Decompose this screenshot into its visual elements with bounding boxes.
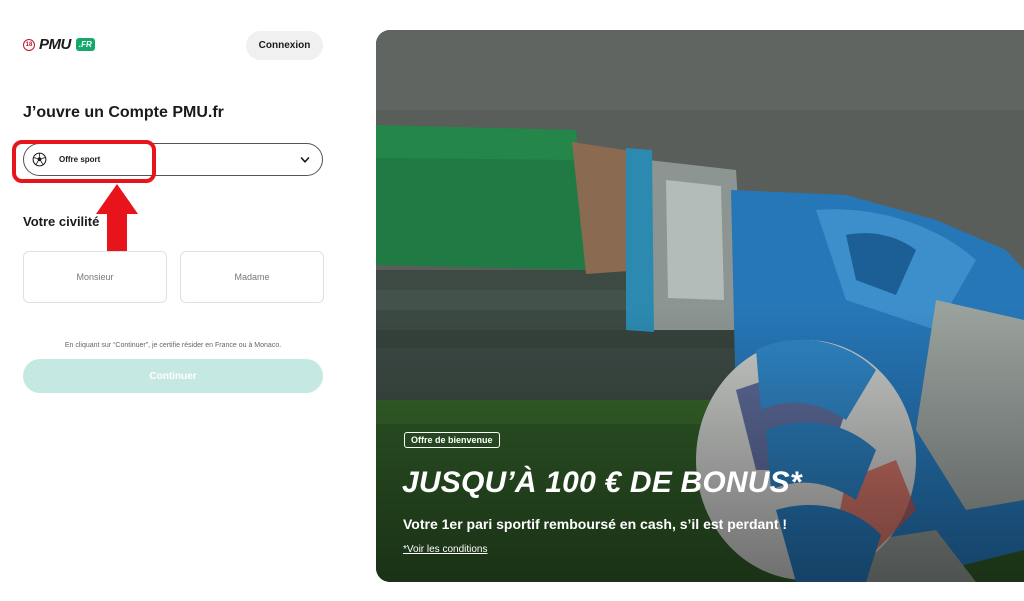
- logo-brand: PMU: [39, 36, 71, 53]
- civility-title: Votre civilité: [23, 214, 100, 229]
- signup-page: 18 PMU .FR Connexion J’ouvre un Compte P…: [0, 0, 1024, 601]
- offer-select-value: Offre sport: [59, 155, 101, 164]
- welcome-offer-banner: Offre de bienvenue JUSQU’À 100 € DE BONU…: [376, 30, 1024, 582]
- civility-mrs-button[interactable]: Madame: [180, 251, 324, 303]
- welcome-offer-badge: Offre de bienvenue: [404, 432, 500, 448]
- age-18-badge: 18: [23, 38, 35, 51]
- continue-button[interactable]: Continuer: [23, 359, 323, 393]
- login-button[interactable]: Connexion: [246, 31, 323, 60]
- residence-disclaimer: En cliquant sur “Continuer”, je certifie…: [64, 342, 282, 349]
- offer-select[interactable]: Offre sport: [23, 143, 323, 176]
- civility-mr-button[interactable]: Monsieur: [23, 251, 167, 303]
- bonus-subline: Votre 1er pari sportif remboursé en cash…: [403, 516, 788, 532]
- chevron-down-icon: [300, 156, 310, 163]
- logo-suffix: .FR: [75, 38, 95, 51]
- soccer-ball-icon: [32, 152, 47, 167]
- pmu-logo[interactable]: 18 PMU .FR: [23, 36, 95, 53]
- page-title: J’ouvre un Compte PMU.fr: [23, 104, 224, 121]
- view-conditions-link[interactable]: *Voir les conditions: [403, 544, 488, 555]
- annotation-arrow-up-icon: [96, 184, 138, 258]
- bonus-headline: JUSQU’À 100 € DE BONUS*: [402, 466, 802, 499]
